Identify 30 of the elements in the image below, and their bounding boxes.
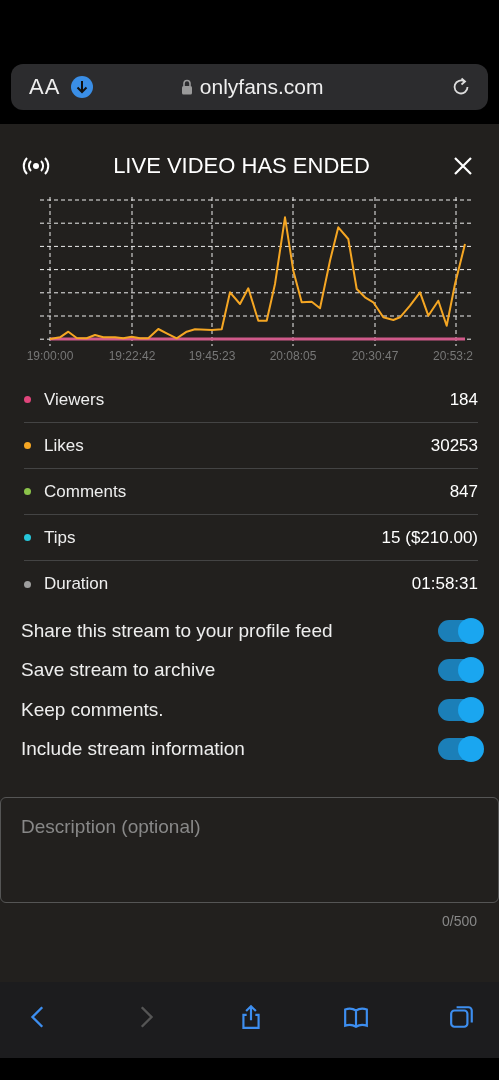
stat-value: 30253	[430, 435, 478, 456]
stat-value: 184	[449, 389, 478, 410]
text-size-button[interactable]: AA	[29, 74, 61, 100]
description-field[interactable]: Description (optional)	[0, 797, 499, 903]
stat-label: Tips	[44, 527, 77, 548]
stat-label: Viewers	[44, 389, 106, 410]
lock-icon	[180, 79, 193, 95]
axis-label: 20:08:05	[269, 349, 317, 363]
stat-label: Likes	[44, 435, 85, 456]
address-bar[interactable]: AA onlyfans.com	[11, 64, 488, 110]
axis-label: 20:53:2	[433, 349, 474, 363]
stat-value: 01:58:31	[411, 574, 478, 594]
broadcast-icon	[22, 156, 50, 176]
stat-value: 847	[449, 481, 478, 502]
axis-label: 19:00:00	[26, 349, 74, 363]
axis-label: 19:22:42	[108, 349, 156, 363]
stat-label: Comments	[44, 481, 128, 502]
stat-label: Duration	[44, 574, 110, 594]
url-text: onlyfans.com	[199, 75, 324, 99]
option-label: Save stream to archive	[21, 659, 217, 682]
close-icon[interactable]	[453, 156, 473, 176]
character-counter: 0/500	[441, 913, 477, 929]
download-icon[interactable]	[70, 75, 95, 99]
axis-label: 20:30:47	[351, 349, 399, 363]
option-label: Share this stream to your profile feed	[21, 619, 334, 642]
dialog-title: LIVE VIDEO HAS ENDED	[112, 153, 371, 179]
option-label: Include stream information	[21, 738, 246, 761]
stat-value: 15 ($210.00)	[381, 527, 478, 548]
axis-label: 19:45:23	[188, 349, 236, 363]
option-label: Keep comments.	[21, 698, 165, 721]
